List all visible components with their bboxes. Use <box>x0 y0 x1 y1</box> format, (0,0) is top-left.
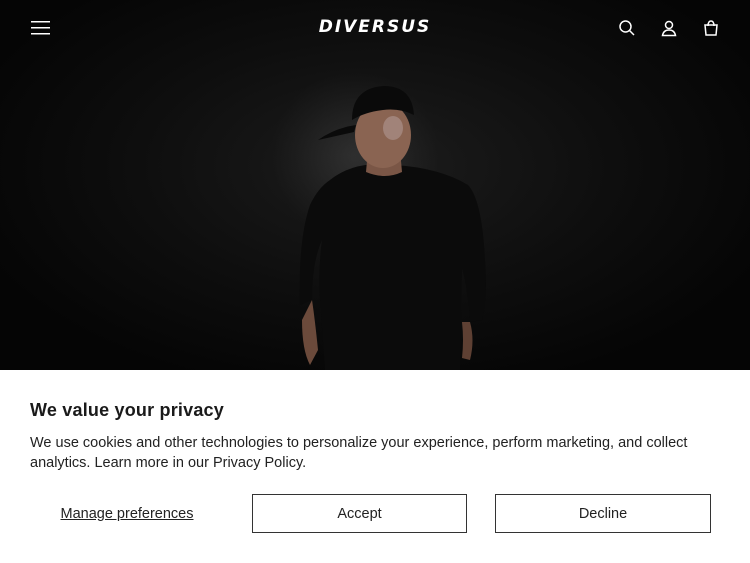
site-logo[interactable]: DIVERSUS <box>319 16 432 37</box>
site-header: DIVERSUS <box>0 0 750 55</box>
decline-button[interactable]: Decline <box>495 494 711 533</box>
manage-preferences-link[interactable]: Manage preferences <box>30 494 224 533</box>
accept-button[interactable]: Accept <box>252 494 467 533</box>
cookie-banner: We value your privacy We use cookies and… <box>0 370 750 563</box>
menu-icon[interactable] <box>30 17 52 39</box>
cookie-banner-text: We use cookies and other technologies to… <box>30 435 688 471</box>
hero-banner[interactable] <box>0 0 750 370</box>
cart-icon[interactable] <box>700 17 722 39</box>
cookie-actions: Manage preferences Accept Decline <box>30 494 720 533</box>
hero-model-image <box>299 86 486 370</box>
page: DIVERSUS We value your privacy We use co… <box>0 0 750 563</box>
account-icon[interactable] <box>658 17 680 39</box>
search-icon[interactable] <box>616 17 638 39</box>
cookie-banner-title: We value your privacy <box>30 400 224 420</box>
header-actions <box>616 17 722 39</box>
